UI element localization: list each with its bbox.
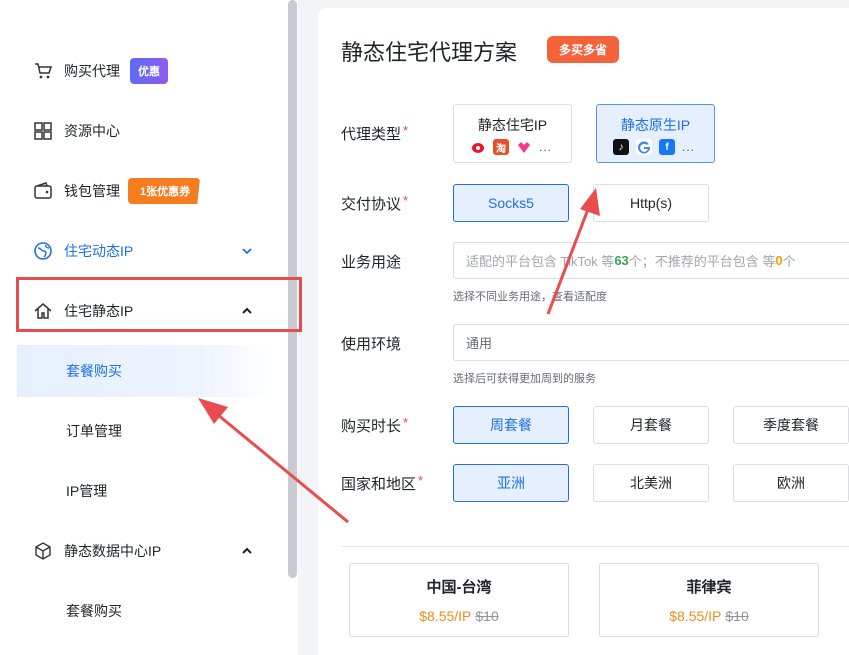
sidebar-subitem-order-management[interactable]: 订单管理 <box>0 405 280 457</box>
usage-placeholder: 适配的平台包含 TikTok 等 <box>466 254 615 269</box>
option-label: 静态原生IP <box>620 117 691 133</box>
sidebar-item-label: 购买代理 <box>64 63 120 79</box>
more-platforms: ... <box>539 140 553 154</box>
discount-badge: 优惠 <box>130 58 168 84</box>
option-europe[interactable]: 欧洲 <box>733 464 849 502</box>
platform-icons: ♪ f ... <box>613 139 695 155</box>
option-label: 季度套餐 <box>763 417 819 433</box>
region-card-taiwan[interactable]: 中国-台湾 $8.55/IP $10 <box>349 563 569 637</box>
region-card-philippines[interactable]: 菲律宾 $8.55/IP $10 <box>599 563 819 637</box>
protocol-label: 交付协议 * <box>341 193 409 213</box>
option-weekly[interactable]: 周套餐 <box>453 406 569 444</box>
facebook-icon: f <box>659 139 675 155</box>
taobao-icon: 淘 <box>493 139 509 155</box>
usage-count-unsupported: 0 <box>775 253 783 268</box>
sidebar-item-datacenter-ip[interactable]: 静态数据中心IP <box>0 525 280 577</box>
proxy-type-label: 代理类型 * <box>341 123 409 143</box>
home-icon <box>34 303 52 319</box>
google-icon <box>636 139 652 155</box>
page-title: 静态住宅代理方案 <box>341 40 518 65</box>
option-static-residential-ip[interactable]: 静态住宅IP 淘 ... <box>453 104 572 163</box>
sidebar-item-static-ip[interactable]: 住宅静态IP <box>0 285 280 337</box>
more-platforms: ... <box>682 140 696 154</box>
chevron-up-icon[interactable] <box>240 544 254 558</box>
option-label: Http(s) <box>630 195 672 211</box>
sidebar-item-label: 套餐购买 <box>66 603 122 619</box>
lazada-icon <box>516 139 532 155</box>
grid-icon <box>34 122 52 140</box>
coupon-badge: 1张优惠券 <box>128 178 201 204</box>
sidebar-item-dynamic-ip[interactable]: 住宅动态IP <box>0 225 280 277</box>
option-label: 静态住宅IP <box>477 117 548 133</box>
sidebar-item-label: IP管理 <box>66 483 108 499</box>
usage-hint: 选择不同业务用途，查看适配度 <box>453 291 607 303</box>
sidebar-item-buy-proxy[interactable]: 购买代理 优惠 <box>0 45 280 97</box>
region-price: $8.55/IP $10 <box>669 608 749 624</box>
sidebar-item-label: 资源中心 <box>64 123 120 139</box>
option-socks5[interactable]: Socks5 <box>453 184 569 222</box>
usage-select[interactable]: 适配的平台包含 TikTok 等 63 个；不推荐的平台包含 等 0个 <box>453 242 849 279</box>
cube-icon <box>35 542 51 560</box>
usage-placeholder: 个 <box>782 254 796 269</box>
usage-count-supported: 63 <box>614 253 629 268</box>
wallet-icon <box>34 182 52 199</box>
option-https[interactable]: Http(s) <box>593 184 709 222</box>
tiktok-icon: ♪ <box>613 139 629 155</box>
sidebar-item-label: 住宅动态IP <box>64 243 134 259</box>
sidebar-subitem-datacenter-package[interactable]: 套餐购买 <box>0 585 280 637</box>
option-label: 月套餐 <box>630 417 672 433</box>
region-price: $8.55/IP $10 <box>419 608 499 624</box>
environment-select[interactable]: 通用 <box>453 324 849 361</box>
option-north-america[interactable]: 北美洲 <box>593 464 709 502</box>
duration-label: 购买时长 * <box>341 415 409 435</box>
sidebar-item-resource-center[interactable]: 资源中心 <box>0 105 280 157</box>
option-static-native-ip[interactable]: 静态原生IP ♪ f ... <box>596 104 715 163</box>
option-monthly[interactable]: 月套餐 <box>593 406 709 444</box>
sidebar-scrollbar[interactable] <box>288 0 297 578</box>
divider <box>341 546 849 547</box>
region-name: 中国-台湾 <box>426 579 492 596</box>
sidebar-subitem-package-purchase[interactable]: 套餐购买 <box>17 345 277 397</box>
usage-label: 业务用途 <box>341 254 402 271</box>
sidebar-item-wallet[interactable]: 钱包管理 1张优惠券 <box>0 165 280 217</box>
option-label: 欧洲 <box>777 475 805 491</box>
environment-label: 使用环境 <box>341 336 402 353</box>
sidebar-item-label: 静态数据中心IP <box>64 543 162 559</box>
option-label: 北美洲 <box>630 475 672 491</box>
region-label: 国家和地区 * <box>341 473 424 493</box>
promo-tag: 多买多省 <box>547 36 620 63</box>
option-label: 周套餐 <box>490 417 532 433</box>
option-quarterly[interactable]: 季度套餐 <box>733 406 849 444</box>
region-name: 菲律宾 <box>686 579 732 596</box>
usage-placeholder: 个；不推荐的平台包含 等 <box>628 254 776 269</box>
sidebar: 购买代理 优惠 资源中心 钱包管理 1张优惠券 住宅动态IP 住宅静态IP 套餐… <box>0 0 298 655</box>
chevron-down-icon[interactable] <box>240 244 254 258</box>
environment-hint: 选择后可获得更加周到的服务 <box>453 373 596 385</box>
option-label: 亚洲 <box>497 475 525 491</box>
globe-icon <box>34 242 52 260</box>
weibo-icon <box>470 139 486 155</box>
sidebar-item-label: 订单管理 <box>66 423 122 439</box>
platform-icons: 淘 ... <box>470 139 552 155</box>
option-asia[interactable]: 亚洲 <box>453 464 569 502</box>
cart-icon <box>35 63 53 79</box>
sidebar-item-label: 套餐购买 <box>66 363 122 379</box>
sidebar-item-label: 住宅静态IP <box>64 303 134 319</box>
option-label: Socks5 <box>488 195 534 211</box>
sidebar-item-label: 钱包管理 <box>64 183 120 199</box>
sidebar-subitem-ip-management[interactable]: IP管理 <box>0 465 280 517</box>
chevron-up-icon[interactable] <box>240 304 254 318</box>
